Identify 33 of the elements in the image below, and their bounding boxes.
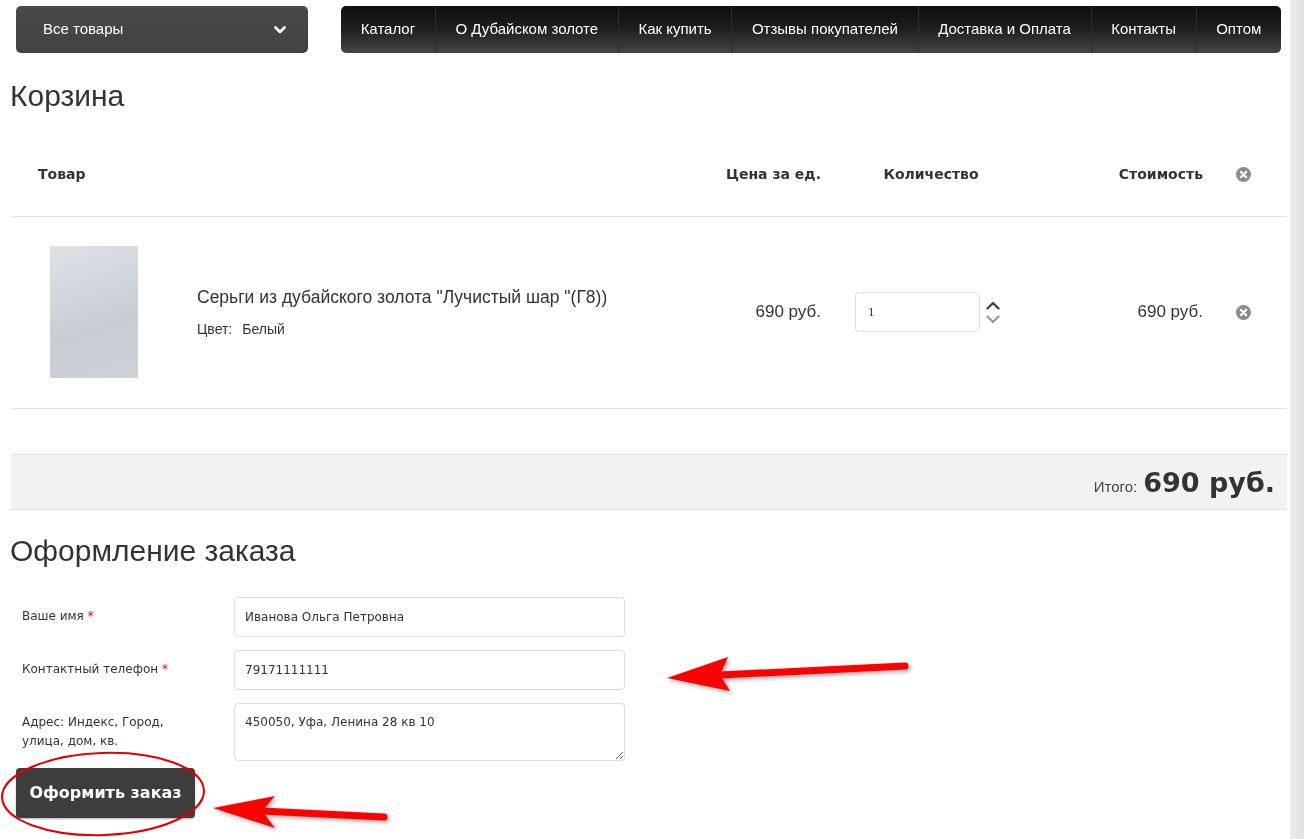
chevron-up-icon[interactable] [986,300,1000,310]
page-title: Корзина [10,78,126,114]
category-dropdown[interactable]: Все товары [16,6,308,53]
nav-link[interactable]: Как купить [617,6,732,53]
column-header: Стоимость [1118,166,1203,183]
nav-link[interactable]: Доставка и Оплата [917,6,1091,53]
submit-order-button[interactable]: Оформить заказ [16,767,195,818]
option-label: Цвет: [197,319,233,339]
nav-link[interactable]: О Дубайском золоте [434,6,618,53]
field-label: Адрес: Индекс, Город, улица, дом, кв. [21,713,165,750]
item-cost: 690 руб. [1137,302,1203,322]
column-header: Цена за ед. [725,166,821,183]
total-label: Итого: [1093,476,1138,497]
input-field[interactable]: Иванова Ольга Петровна [234,596,625,637]
field-label: Контактный телефон * [21,660,169,678]
input-field[interactable]: 79171111111 [234,649,625,690]
product-name: Серьги из дубайского золота "Лучистый шар "(Г8)) [197,286,609,310]
column-header: Количество [883,166,979,183]
close-icon[interactable] [1236,167,1251,183]
chevron-down-icon [274,25,286,34]
quantity-field[interactable]: 1 [855,292,980,332]
nav-link[interactable]: Контакты [1090,6,1196,53]
address-field[interactable]: 450050, Уфа, Ленина 28 кв 10 [234,702,625,761]
nav-link[interactable]: Отзывы покупателей [731,6,918,53]
column-header: Товар [38,166,86,183]
field-label: Ваше имя * [21,607,95,625]
close-icon[interactable] [1236,304,1251,320]
option-value: Белый [242,319,285,339]
unit-price: 690 руб. [755,302,821,322]
nav-link[interactable]: Оптом [1195,6,1281,53]
total-amount: 690 руб. [1143,465,1275,500]
nav-link[interactable]: Каталог [341,6,435,53]
section-title: Оформление заказа [10,532,297,569]
